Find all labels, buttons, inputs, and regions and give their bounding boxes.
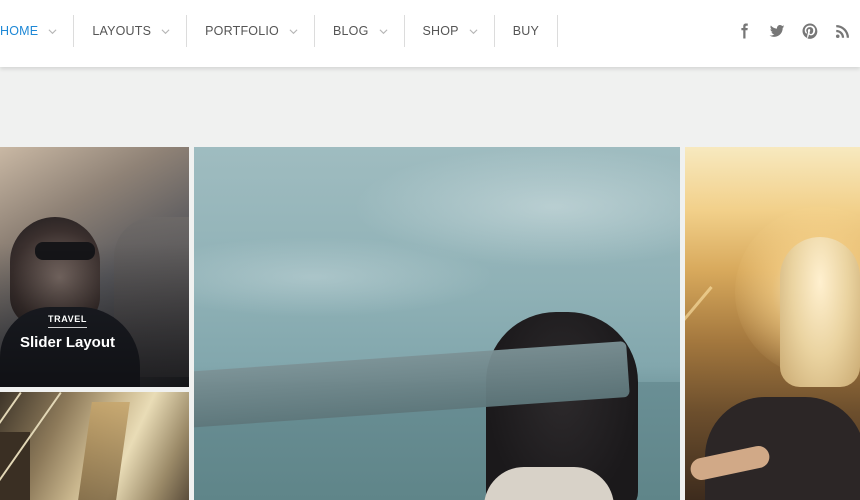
photo-detail <box>705 397 860 500</box>
featured-post-image[interactable] <box>0 392 189 500</box>
nav-item-buy[interactable]: BUY <box>495 15 559 47</box>
main-navigation: HOME LAYOUTS PORTFOLIO BLOG SHOP BUY <box>0 15 559 47</box>
post-title[interactable]: Slider Layout <box>0 334 135 351</box>
chevron-down-icon <box>289 28 298 34</box>
nav-item-layouts[interactable]: LAYOUTS <box>74 15 188 47</box>
image-overlay <box>0 147 189 387</box>
photo-detail <box>780 237 860 387</box>
photo-detail <box>685 286 713 442</box>
nav-item-portfolio[interactable]: PORTFOLIO <box>187 15 315 47</box>
chevron-down-icon <box>469 28 478 34</box>
social-links <box>735 22 852 40</box>
post-caption: TRAVEL Slider Layout <box>0 309 135 351</box>
featured-post-image[interactable] <box>685 147 860 500</box>
nav-item-label: PORTFOLIO <box>205 24 279 38</box>
chevron-down-icon <box>379 28 387 34</box>
nav-item-label: SHOP <box>422 24 459 38</box>
post-category[interactable]: TRAVEL <box>48 314 87 328</box>
twitter-icon[interactable] <box>768 22 786 40</box>
nav-item-label: BLOG <box>332 24 369 38</box>
nav-item-label: LAYOUTS <box>92 24 152 38</box>
photo-detail <box>484 467 614 500</box>
photo-detail <box>78 402 130 500</box>
photo-detail <box>194 147 680 347</box>
nav-item-label: HOME <box>0 24 39 38</box>
facebook-icon[interactable] <box>735 22 753 40</box>
nav-item-blog[interactable]: BLOG <box>315 15 405 47</box>
featured-post-image-large[interactable] <box>194 147 680 500</box>
pinterest-icon[interactable] <box>801 22 819 40</box>
chevron-down-icon <box>48 28 57 34</box>
rss-icon[interactable] <box>834 22 852 40</box>
site-header: HOME LAYOUTS PORTFOLIO BLOG SHOP BUY <box>0 0 860 67</box>
nav-item-shop[interactable]: SHOP <box>405 15 495 47</box>
featured-post-travel[interactable]: TRAVEL Slider Layout <box>0 147 189 387</box>
nav-item-home[interactable]: HOME <box>0 15 75 47</box>
chevron-down-icon <box>161 28 170 34</box>
nav-item-label: BUY <box>512 24 540 38</box>
